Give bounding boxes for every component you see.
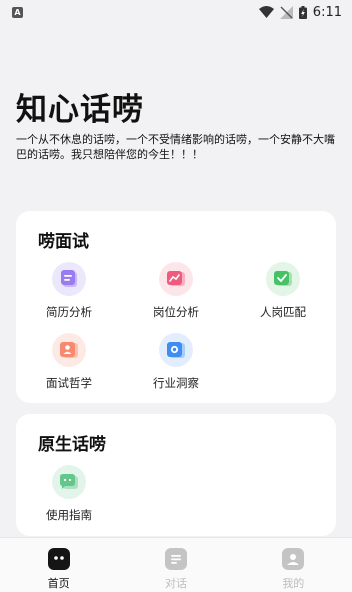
home-icon	[47, 548, 70, 570]
wifi-icon	[258, 6, 274, 18]
interview-philosophy-tile[interactable]: 面试哲学	[24, 333, 114, 391]
native-card: 原生话唠 使用指南	[16, 414, 336, 536]
tab-profile-label: 我的	[282, 577, 305, 590]
tab-dialog-label: 对话	[164, 577, 187, 590]
user-guide-label: 使用指南	[46, 508, 92, 522]
job-match-label: 人岗匹配	[260, 305, 306, 319]
native-section-title: 原生话唠	[38, 435, 106, 455]
chat-icon	[52, 465, 86, 499]
eye-icon	[159, 333, 193, 367]
industry-insight-label: 行业洞察	[153, 376, 199, 390]
tab-home[interactable]: 首页	[0, 538, 117, 592]
bottom-tab-bar: 首页 对话 我的	[0, 537, 352, 592]
app-title: 知心话唠	[16, 92, 144, 128]
interview-philosophy-label: 面试哲学	[46, 376, 92, 390]
person-icon	[52, 333, 86, 367]
tab-profile[interactable]: 我的	[235, 538, 352, 592]
tab-dialog[interactable]: 对话	[117, 538, 234, 592]
interview-section-title: 唠面试	[38, 232, 89, 252]
interview-card: 唠面试 简历分析 岗位分析 人岗匹配 面试哲学 行业洞察	[16, 211, 336, 403]
notification-icon: A	[12, 6, 23, 18]
no-signal-icon	[279, 5, 293, 19]
resume-icon	[52, 262, 86, 296]
resume-analysis-label: 简历分析	[46, 305, 92, 319]
battery-icon	[298, 5, 307, 19]
clock: 6:11	[312, 4, 342, 20]
dialog-icon	[164, 548, 187, 570]
check-icon	[266, 262, 300, 296]
tagline: 一个从不休息的话唠，一个不受情绪影响的话唠，一个安静不大嘴巴的话唠。我只想陪伴您…	[16, 133, 335, 161]
chart-icon	[159, 262, 193, 296]
job-analysis-tile[interactable]: 岗位分析	[131, 262, 221, 320]
user-guide-tile[interactable]: 使用指南	[24, 465, 114, 523]
job-match-tile[interactable]: 人岗匹配	[238, 262, 328, 320]
status-bar: A 6:11	[0, 0, 352, 24]
profile-icon	[282, 548, 305, 570]
resume-analysis-tile[interactable]: 简历分析	[24, 262, 114, 320]
job-analysis-label: 岗位分析	[153, 305, 199, 319]
tab-home-label: 首页	[47, 577, 70, 590]
industry-insight-tile[interactable]: 行业洞察	[131, 333, 221, 391]
